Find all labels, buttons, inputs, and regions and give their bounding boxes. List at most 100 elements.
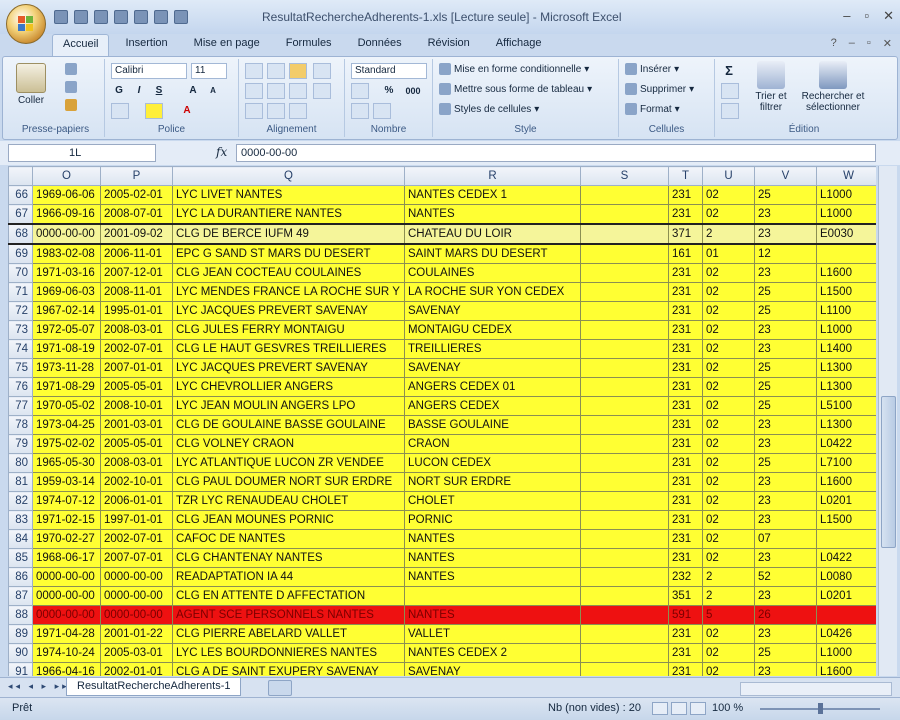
cell[interactable]: 02 [702,472,755,492]
cell[interactable]: 2006-01-01 [100,491,173,511]
cell[interactable]: 23 [754,624,817,644]
cell[interactable]: 02 [702,434,755,454]
cell[interactable]: 231 [668,204,703,225]
cell[interactable]: AGENT SCE PERSONNELS NANTES [172,605,405,625]
cell[interactable]: 2 [702,567,755,587]
cell[interactable]: 23 [754,662,817,676]
cell[interactable]: 23 [754,548,817,568]
row-header[interactable]: 77 [8,396,33,416]
cell[interactable]: 2008-10-01 [100,396,173,416]
cell[interactable]: 2008-03-01 [100,320,173,340]
cell[interactable]: L0422 [816,548,876,568]
cell[interactable] [816,243,876,264]
cell[interactable] [580,223,669,245]
cell[interactable]: 161 [668,243,703,264]
cell[interactable]: 231 [668,301,703,321]
cell[interactable]: 1959-03-14 [32,472,101,492]
cell[interactable]: L1000 [816,185,876,205]
cell[interactable]: VALLET [404,624,581,644]
cell[interactable]: READAPTATION IA 44 [172,567,405,587]
workbook-close-button[interactable]: ✕ [883,37,892,50]
save-icon[interactable] [54,10,68,24]
cell[interactable]: SAINT MARS DU DESERT [404,243,581,264]
cell[interactable]: L1600 [816,662,876,676]
minimize-button[interactable]: – [843,8,850,24]
cell[interactable] [580,358,669,378]
cell[interactable]: 0000-00-00 [100,586,173,606]
cell[interactable]: 1970-05-02 [32,396,101,416]
cell[interactable]: 231 [668,643,703,663]
cell[interactable]: 02 [702,282,755,302]
cell[interactable]: 0000-00-00 [32,605,101,625]
percent-button[interactable]: % [381,83,397,99]
conditional-formatting-button[interactable]: Mise en forme conditionnelle ▾ [439,63,589,75]
cell[interactable]: 23 [754,510,817,530]
cell[interactable]: 1967-02-14 [32,301,101,321]
cell[interactable]: 25 [754,301,817,321]
cell[interactable]: L1600 [816,263,876,283]
zoom-level[interactable]: 100 % [712,702,743,714]
cell[interactable]: 2001-01-22 [100,624,173,644]
cell[interactable]: 1966-09-16 [32,204,101,225]
row-header[interactable]: 89 [8,624,33,644]
row-header[interactable]: 80 [8,453,33,473]
cell[interactable]: SAVENAY [404,301,581,321]
align-center-icon[interactable] [267,83,285,99]
cell[interactable]: L7100 [816,453,876,473]
cut-button[interactable] [65,63,77,75]
column-header[interactable]: S [580,166,669,186]
cell[interactable]: BASSE GOULAINE [404,415,581,435]
cell[interactable]: 1995-01-01 [100,301,173,321]
cell[interactable]: 25 [754,643,817,663]
cell[interactable] [580,567,669,587]
font-name-dropdown[interactable]: Calibri [111,63,187,79]
format-button[interactable]: Format ▾ [625,103,680,115]
row-header[interactable]: 85 [8,548,33,568]
cell[interactable]: NANTES [404,529,581,549]
sheet-nav-arrows-icon[interactable]: ◂◂ ◂ ▸ ▸▸ [8,681,70,692]
cell[interactable]: 02 [702,320,755,340]
row-header[interactable]: 79 [8,434,33,454]
cell[interactable] [404,586,581,606]
cell[interactable]: 231 [668,434,703,454]
cell[interactable] [580,396,669,416]
cell[interactable]: TREILLIERES [404,339,581,359]
cell[interactable]: 23 [754,472,817,492]
column-header[interactable]: P [100,166,173,186]
cell[interactable]: NORT SUR ERDRE [404,472,581,492]
cell[interactable]: 231 [668,377,703,397]
increase-decimal-icon[interactable] [351,103,369,119]
cell[interactable]: CAFOC DE NANTES [172,529,405,549]
cell[interactable]: L1400 [816,339,876,359]
cell[interactable] [580,415,669,435]
cell[interactable]: L1100 [816,301,876,321]
cell[interactable]: 231 [668,339,703,359]
currency-icon[interactable] [351,83,369,99]
cell[interactable]: CRAON [404,434,581,454]
cell[interactable]: CLG JEAN COCTEAU COULAINES [172,263,405,283]
cell[interactable]: NANTES CEDEX 1 [404,185,581,205]
cell[interactable]: SAVENAY [404,662,581,676]
cell[interactable]: CLG CHANTENAY NANTES [172,548,405,568]
cell[interactable]: 1973-11-28 [32,358,101,378]
cell[interactable]: 2002-10-01 [100,472,173,492]
cell[interactable] [580,282,669,302]
sort-filter-button[interactable]: Trier et filtrer [749,61,793,113]
row-header[interactable]: 71 [8,282,33,302]
cell[interactable]: 23 [754,263,817,283]
open-icon[interactable] [134,10,148,24]
cell[interactable]: PORNIC [404,510,581,530]
cell[interactable]: 1971-08-19 [32,339,101,359]
cell[interactable]: 2 [702,586,755,606]
cell[interactable]: 1974-10-24 [32,643,101,663]
redo-icon[interactable] [94,10,108,24]
cell[interactable]: 231 [668,453,703,473]
cell[interactable]: CLG DE BERCE IUFM 49 [172,223,405,245]
cell[interactable]: CLG VOLNEY CRAON [172,434,405,454]
cell[interactable]: L0422 [816,434,876,454]
cell[interactable]: COULAINES [404,263,581,283]
cell[interactable]: 02 [702,377,755,397]
cell[interactable]: 52 [754,567,817,587]
merge-center-icon[interactable] [289,103,307,119]
fill-color-icon[interactable] [145,103,163,119]
